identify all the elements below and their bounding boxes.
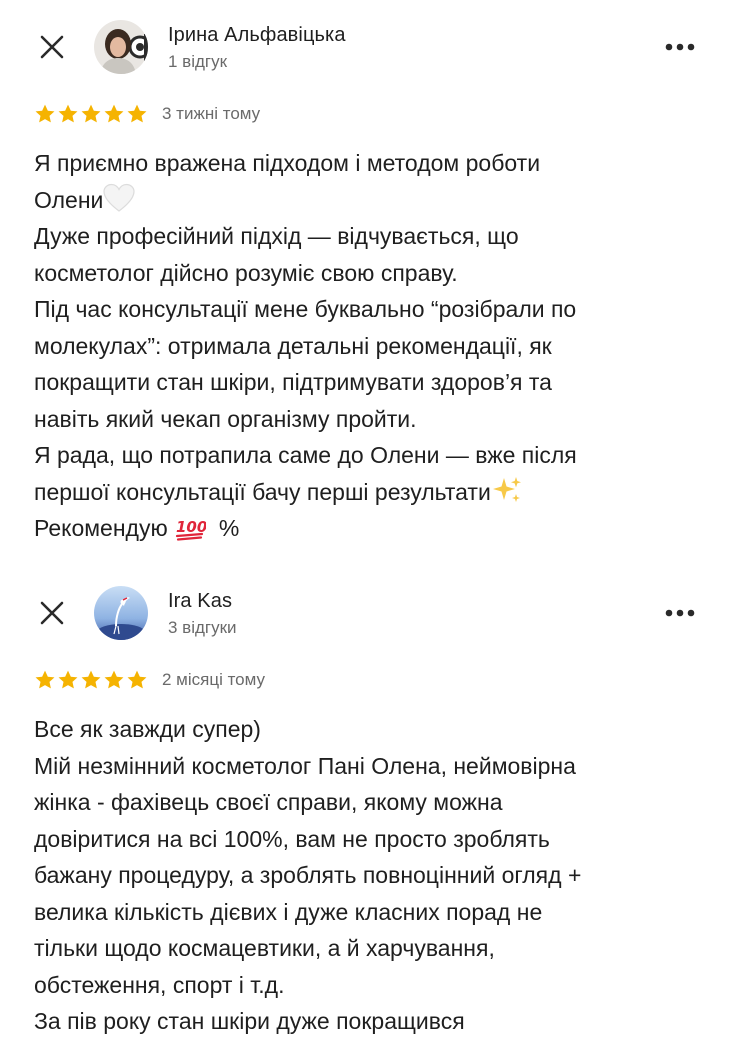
star-icon xyxy=(127,670,147,689)
more-options-button[interactable] xyxy=(656,595,704,631)
review-card: Ірина Альфавіцька 1 відгук 3 тижні тому … xyxy=(0,0,734,560)
review-text-line: першої консультації бачу перші результат… xyxy=(34,474,714,511)
close-button[interactable] xyxy=(30,591,74,635)
review-text-segment: Рекомендую xyxy=(34,515,168,541)
avatar[interactable] xyxy=(94,586,148,640)
review-text-line: Рекомендую 100 % xyxy=(34,510,714,547)
review-text-line: молекулах”: отримала детальні рекомендац… xyxy=(34,332,552,359)
review-time: 2 місяці тому xyxy=(162,670,266,689)
review-text-line: велика кількість дієвих і дуже класних п… xyxy=(34,898,543,925)
author-review-count[interactable]: 3 відгуки xyxy=(168,618,237,638)
star-icon xyxy=(58,104,78,123)
star-rating xyxy=(34,669,148,691)
review-text-line: Я рада, що потрапила саме до Олени — вже… xyxy=(34,442,577,468)
review-text-segment: першої консультації бачу перші результат… xyxy=(34,478,491,505)
review-time: 3 тижні тому xyxy=(162,104,261,123)
review-text-line: Під час консультації мене буквально “роз… xyxy=(34,296,577,322)
more-horiz-icon xyxy=(665,609,695,617)
review-text-line: покращити стан шкіри, підтримувати здоро… xyxy=(34,369,552,395)
star-icon xyxy=(127,104,147,123)
rating-row: 3 тижні тому xyxy=(34,103,260,125)
more-horiz-icon xyxy=(665,43,695,51)
review-text-line: Олени xyxy=(34,182,714,219)
hundred-points-emoji: 100 xyxy=(176,518,206,541)
star-rating xyxy=(34,103,148,125)
star-icon xyxy=(58,670,78,689)
author-name[interactable]: Ірина Альфавіцька xyxy=(168,24,346,47)
review-text-line: бажану процедуру, а зроблять повноцінний… xyxy=(34,862,582,888)
star-icon xyxy=(81,104,101,123)
review-text-line: обстеження, спорт і т.д. xyxy=(34,971,285,998)
star-icon xyxy=(104,104,124,123)
review-text-line: Я приємно вражена підходом і методом роб… xyxy=(34,150,541,176)
review-text-line: довіритися на всі 100%, вам не просто зр… xyxy=(34,825,550,852)
review-text-line: Все як завжди супер) xyxy=(34,716,261,742)
review-text-line: Дуже професійний підхід — відчувається, … xyxy=(34,223,519,249)
review-text-line: Мій незмінний косметолог Пані Олена, ней… xyxy=(34,752,576,779)
more-options-button[interactable] xyxy=(656,29,704,65)
review-text-segment: Олени xyxy=(34,186,104,213)
close-icon xyxy=(40,35,64,59)
white-heart-emoji xyxy=(103,184,136,213)
review-text-line: жінка - фахівець своєї справи, якому мож… xyxy=(34,789,503,815)
star-icon xyxy=(81,670,101,689)
sparkles-emoji xyxy=(492,477,521,503)
review-text: Все як завжди супер) Мій незмінний косме… xyxy=(34,711,714,1040)
star-icon xyxy=(35,670,55,689)
review-text-line: тільки щодо космацевтики, а й харчування… xyxy=(34,935,495,961)
review-text-segment: % xyxy=(218,515,240,541)
star-icon xyxy=(35,104,55,123)
review-text-line: За пів року стан шкіри дуже покращився xyxy=(34,1008,465,1034)
author-name[interactable]: Ira Kas xyxy=(168,590,232,613)
close-button[interactable] xyxy=(30,25,74,69)
review-text: Я приємно вражена підходом і методом роб… xyxy=(34,145,714,547)
review-card: Ira Kas 3 відгуки 2 місяці тому Все як з… xyxy=(0,565,734,1053)
rating-row: 2 місяці тому xyxy=(34,669,265,691)
review-text-line: косметолог дійсно розуміє свою справу. xyxy=(34,259,458,286)
close-icon xyxy=(40,601,64,625)
review-text-line: навіть який чекап організму пройти. xyxy=(34,405,417,432)
star-icon xyxy=(104,670,124,689)
avatar[interactable] xyxy=(94,20,148,74)
author-review-count[interactable]: 1 відгук xyxy=(168,52,227,72)
